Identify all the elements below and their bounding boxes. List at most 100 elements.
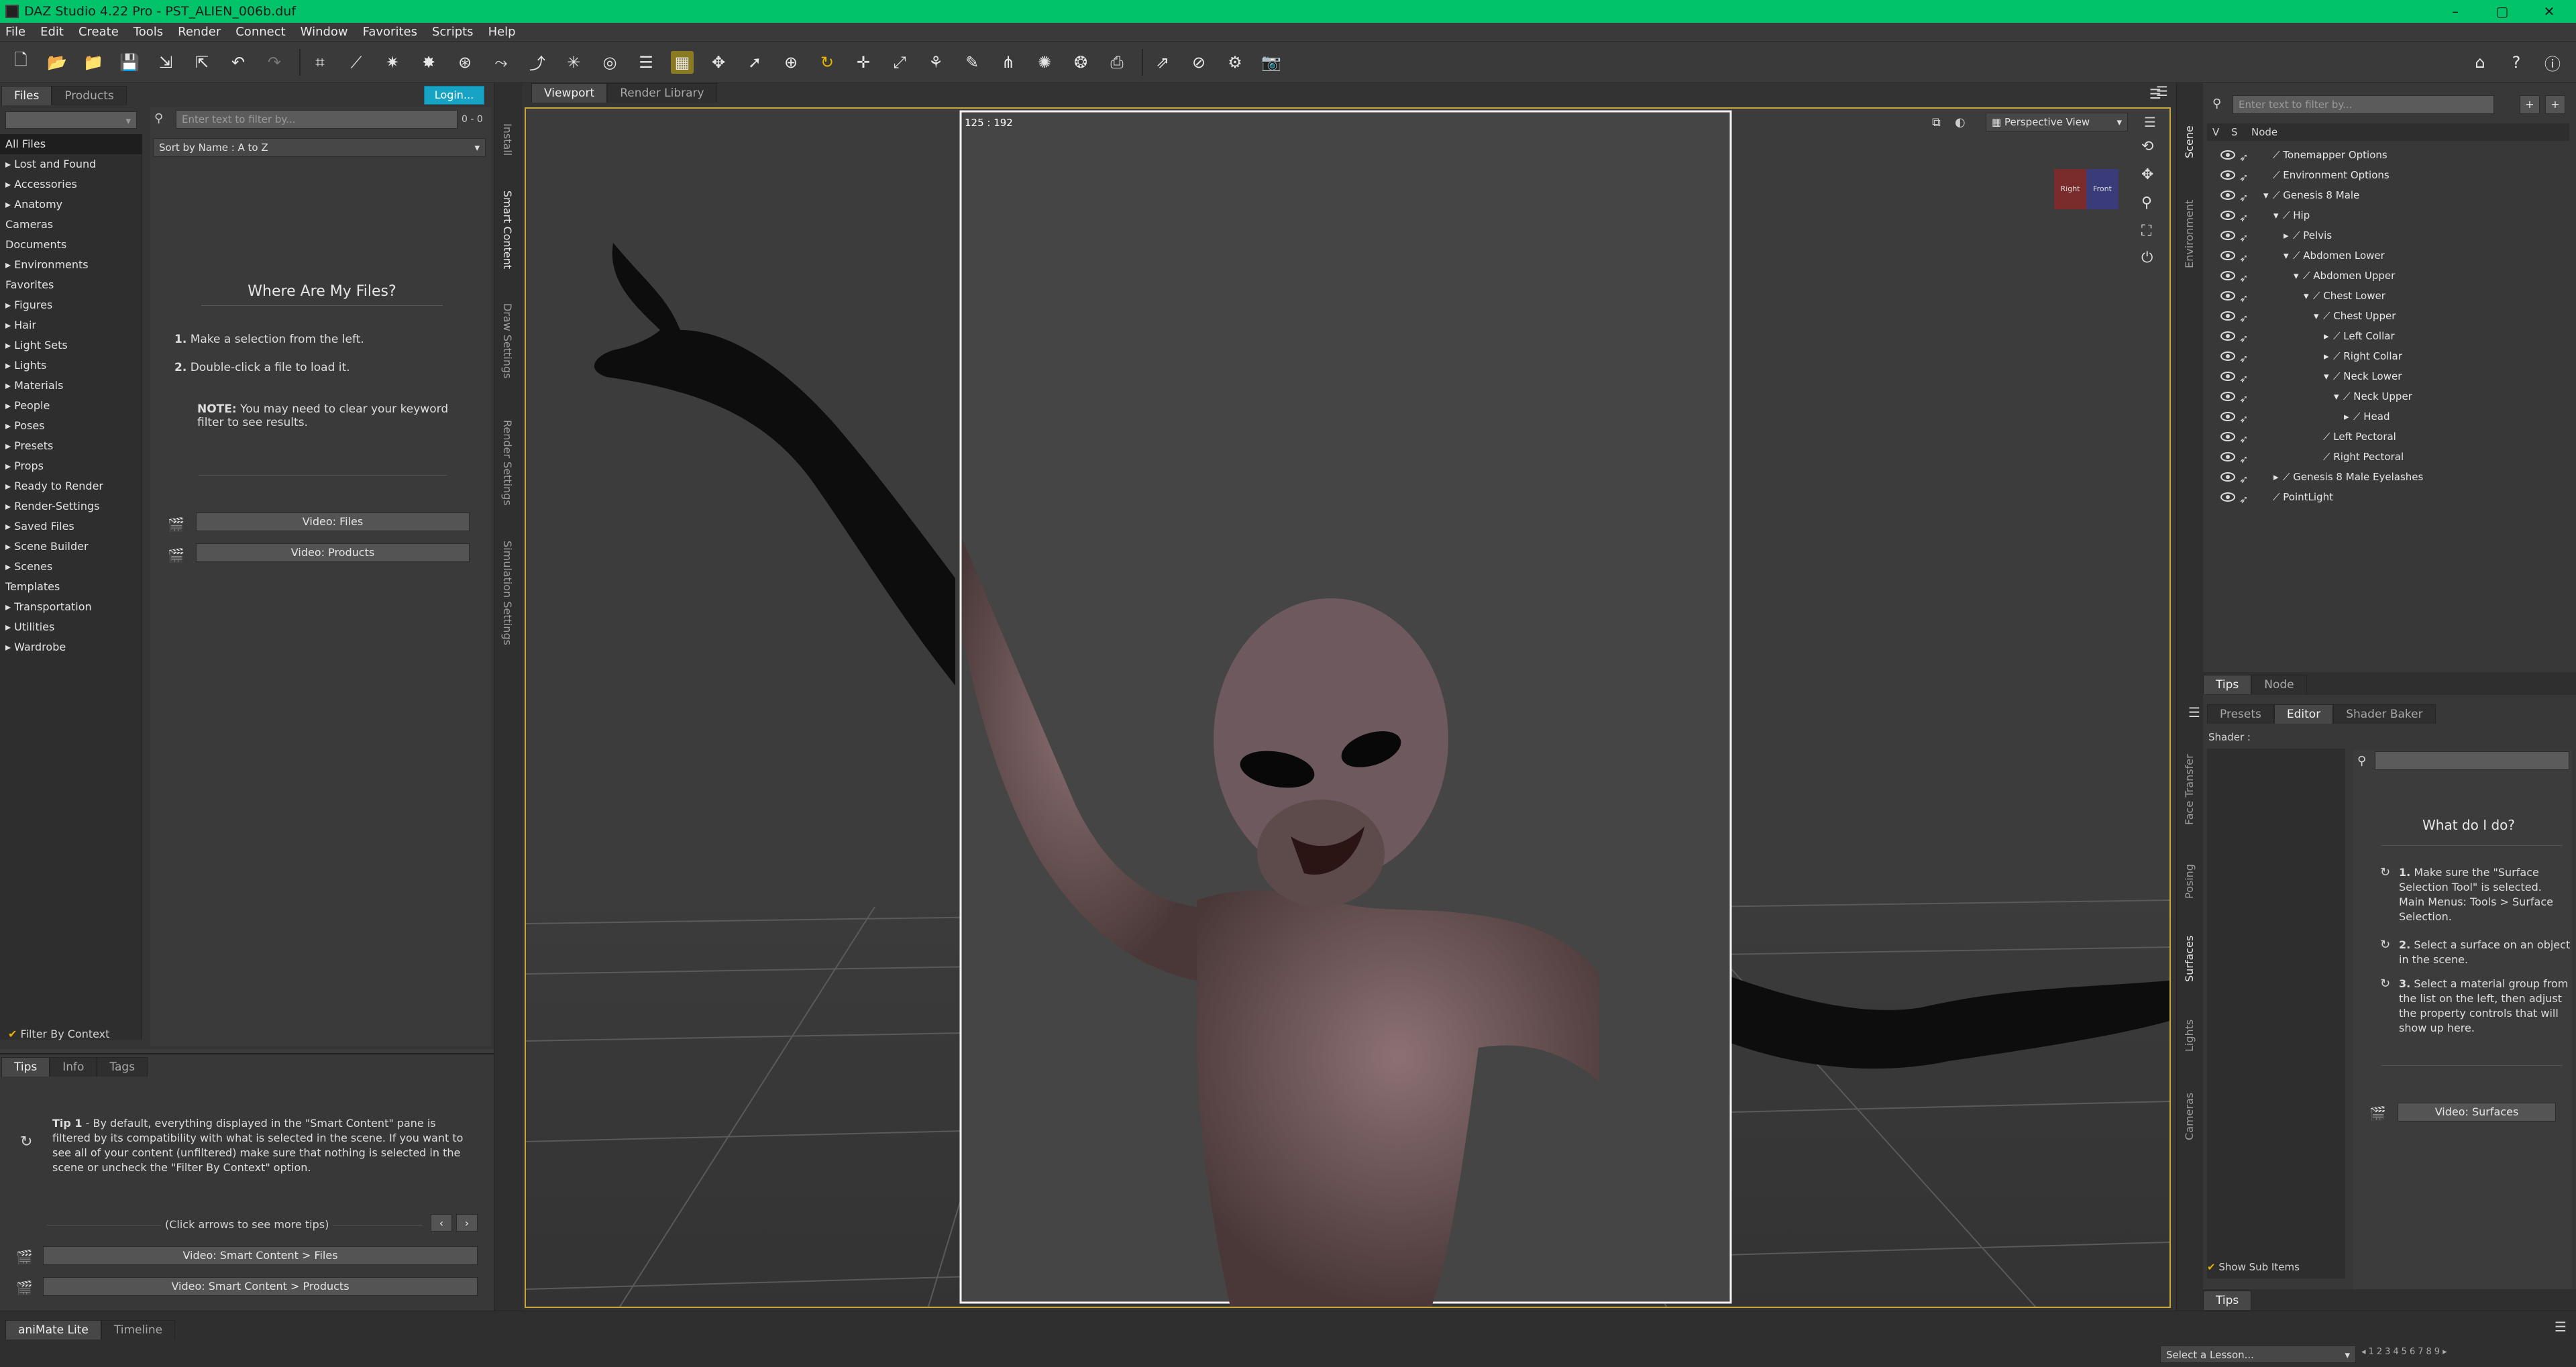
expand-arrow-icon[interactable]: ▾	[2273, 205, 2283, 225]
eye-icon[interactable]	[2220, 190, 2235, 200]
page-7[interactable]: 7	[2418, 1347, 2423, 1357]
selectable-icon[interactable]: ➶	[2239, 329, 2253, 345]
draw-style-icon[interactable]: ◐	[1955, 115, 1966, 129]
joint-editor-icon[interactable]: ⟋	[345, 51, 368, 74]
show-sub-items[interactable]: ✔ Show Sub Items	[2207, 1261, 2300, 1273]
category-item[interactable]: ▸ Environments	[0, 255, 142, 275]
eye-icon[interactable]	[2220, 211, 2235, 220]
minimize-button[interactable]: –	[2435, 0, 2475, 23]
view-dropdown[interactable]: ▦ Perspective View ▾	[1986, 113, 2128, 131]
selectable-icon[interactable]: ➶	[2239, 188, 2253, 204]
category-item[interactable]: ▸ Lights	[0, 356, 142, 376]
node-align-icon[interactable]: ⊘	[1187, 51, 1210, 74]
info-icon[interactable]: ⓘ	[2541, 51, 2564, 74]
category-item[interactable]: ▸ Transportation	[0, 597, 142, 617]
page-5[interactable]: 5	[2402, 1347, 2407, 1357]
prev-tip-button[interactable]: ‹	[431, 1214, 452, 1232]
universal-tool-icon[interactable]: ✥	[707, 51, 730, 74]
scene-search-input[interactable]: Enter text to filter by...	[2233, 95, 2494, 114]
tab-face-transfer[interactable]: Face Transfer	[2183, 754, 2196, 825]
expand-arrow-icon[interactable]: ▸	[2324, 346, 2333, 366]
undo-icon[interactable]: ↶	[227, 51, 250, 74]
zoom-icon[interactable]: ⚲	[2141, 195, 2152, 211]
help-icon[interactable]: ?	[2505, 51, 2528, 74]
pan-icon[interactable]: ✥	[2141, 166, 2153, 183]
tab-simulation-settings[interactable]: Simulation Settings	[501, 541, 514, 645]
page-1[interactable]: 1	[2369, 1347, 2374, 1357]
page-prev[interactable]: ◂	[2361, 1347, 2366, 1357]
view-cube-front[interactable]: Front	[2086, 169, 2118, 209]
scene-node-row[interactable]: ➶ ⟋ Tonemapper Options	[2207, 145, 2569, 165]
expand-arrow-icon[interactable]: ▾	[2304, 286, 2313, 306]
expand-arrow-icon[interactable]: ▸	[2273, 467, 2283, 487]
tab-scene[interactable]: Scene	[2183, 125, 2196, 158]
category-item[interactable]: ▸ Figures	[0, 295, 142, 315]
menu-help[interactable]: Help	[488, 25, 516, 39]
tab-draw-settings[interactable]: Draw Settings	[501, 303, 514, 379]
sort-dropdown[interactable]: Sort by Name : A to Z ▾	[153, 138, 486, 157]
selectable-icon[interactable]: ➶	[2239, 449, 2253, 466]
login-button[interactable]: Login...	[424, 86, 484, 105]
category-item[interactable]: ▸ People	[0, 396, 142, 416]
selectable-icon[interactable]: ➶	[2239, 389, 2253, 405]
pane-menu-icon[interactable]: ☰	[2188, 704, 2200, 720]
surface-selection-icon[interactable]: ▦	[671, 50, 694, 74]
category-item[interactable]: ▸ Utilities	[0, 617, 142, 637]
category-item[interactable]: Templates	[0, 577, 142, 597]
eye-icon[interactable]	[2220, 251, 2235, 260]
tab-info[interactable]: Info	[50, 1057, 97, 1077]
category-item[interactable]: ▸ Wardrobe	[0, 637, 142, 657]
spot-light-tool-icon[interactable]: ✎	[961, 51, 983, 74]
tab-tips[interactable]: Tips	[2203, 1291, 2252, 1310]
tab-tips[interactable]: Tips	[1, 1057, 50, 1077]
scene-add-button[interactable]: +	[2520, 95, 2540, 114]
orbit-icon[interactable]: ⟲	[2141, 138, 2153, 155]
tab-posing[interactable]: Posing	[2183, 864, 2196, 899]
menu-scripts[interactable]: Scripts	[432, 25, 474, 39]
tab-environment[interactable]: Environment	[2183, 200, 2196, 268]
category-item[interactable]: ▸ Hair	[0, 315, 142, 335]
category-item[interactable]: ▸ Props	[0, 456, 142, 476]
selectable-icon[interactable]: ➶	[2239, 429, 2253, 445]
menu-connect[interactable]: Connect	[235, 25, 285, 39]
open-file-icon[interactable]: 📂	[46, 51, 68, 74]
category-item[interactable]: Documents	[0, 235, 142, 255]
page-9[interactable]: 9	[2434, 1347, 2440, 1357]
category-item[interactable]: ▸ Materials	[0, 376, 142, 396]
filter-dropdown[interactable]: ▾	[5, 111, 137, 129]
video-surfaces-button[interactable]: Video: Surfaces	[2398, 1103, 2556, 1122]
selectable-icon[interactable]: ➶	[2239, 248, 2253, 264]
eye-icon[interactable]	[2220, 372, 2235, 381]
translate-tool-icon[interactable]: ✛	[852, 51, 875, 74]
pane-menu-icon[interactable]: ☰	[2156, 83, 2168, 99]
expand-arrow-icon[interactable]: ▸	[2324, 326, 2333, 346]
reset-view-icon[interactable]: ⏻	[2141, 250, 2153, 266]
eye-icon[interactable]	[2220, 452, 2235, 461]
eye-icon[interactable]	[2220, 351, 2235, 361]
category-item[interactable]: ▸ Anatomy	[0, 195, 142, 215]
checkbox-icon[interactable]: ✔	[2207, 1261, 2216, 1273]
save-icon[interactable]: 💾	[118, 51, 141, 74]
render-settings-icon[interactable]: ⚙	[1224, 51, 1246, 74]
expand-arrow-icon[interactable]: ▾	[2294, 266, 2303, 286]
selectable-icon[interactable]: ➶	[2239, 470, 2253, 486]
aux-viewport-icon[interactable]: ⧉	[1932, 115, 1941, 129]
eye-icon[interactable]	[2220, 271, 2235, 280]
menu-tools[interactable]: Tools	[133, 25, 163, 39]
scene-node-row[interactable]: ➶ ▾ ⟋ Abdomen Lower	[2207, 245, 2569, 266]
scene-node-row[interactable]: ➶ ⟋ Left Pectoral	[2207, 427, 2569, 447]
maximize-button[interactable]: ▢	[2482, 0, 2522, 23]
menu-favorites[interactable]: Favorites	[363, 25, 417, 39]
menu-edit[interactable]: Edit	[40, 25, 64, 39]
selectable-icon[interactable]: ➶	[2239, 288, 2253, 305]
scene-node-row[interactable]: ➶ ▾ ⟋ Hip	[2207, 205, 2569, 225]
tab-install[interactable]: Install	[501, 123, 514, 156]
scene-node-row[interactable]: ➶ ▸ ⟋ Right Collar	[2207, 346, 2569, 366]
figure-tool-icon[interactable]: ✺	[1033, 51, 1056, 74]
tab-node[interactable]: Node	[2251, 675, 2307, 694]
category-item[interactable]: ▸ Poses	[0, 416, 142, 436]
render-icon[interactable]: 📷	[1260, 51, 1283, 74]
tab-animate-lite[interactable]: aniMate Lite	[5, 1320, 101, 1339]
selectable-icon[interactable]: ➶	[2239, 309, 2253, 325]
eye-icon[interactable]	[2220, 412, 2235, 421]
